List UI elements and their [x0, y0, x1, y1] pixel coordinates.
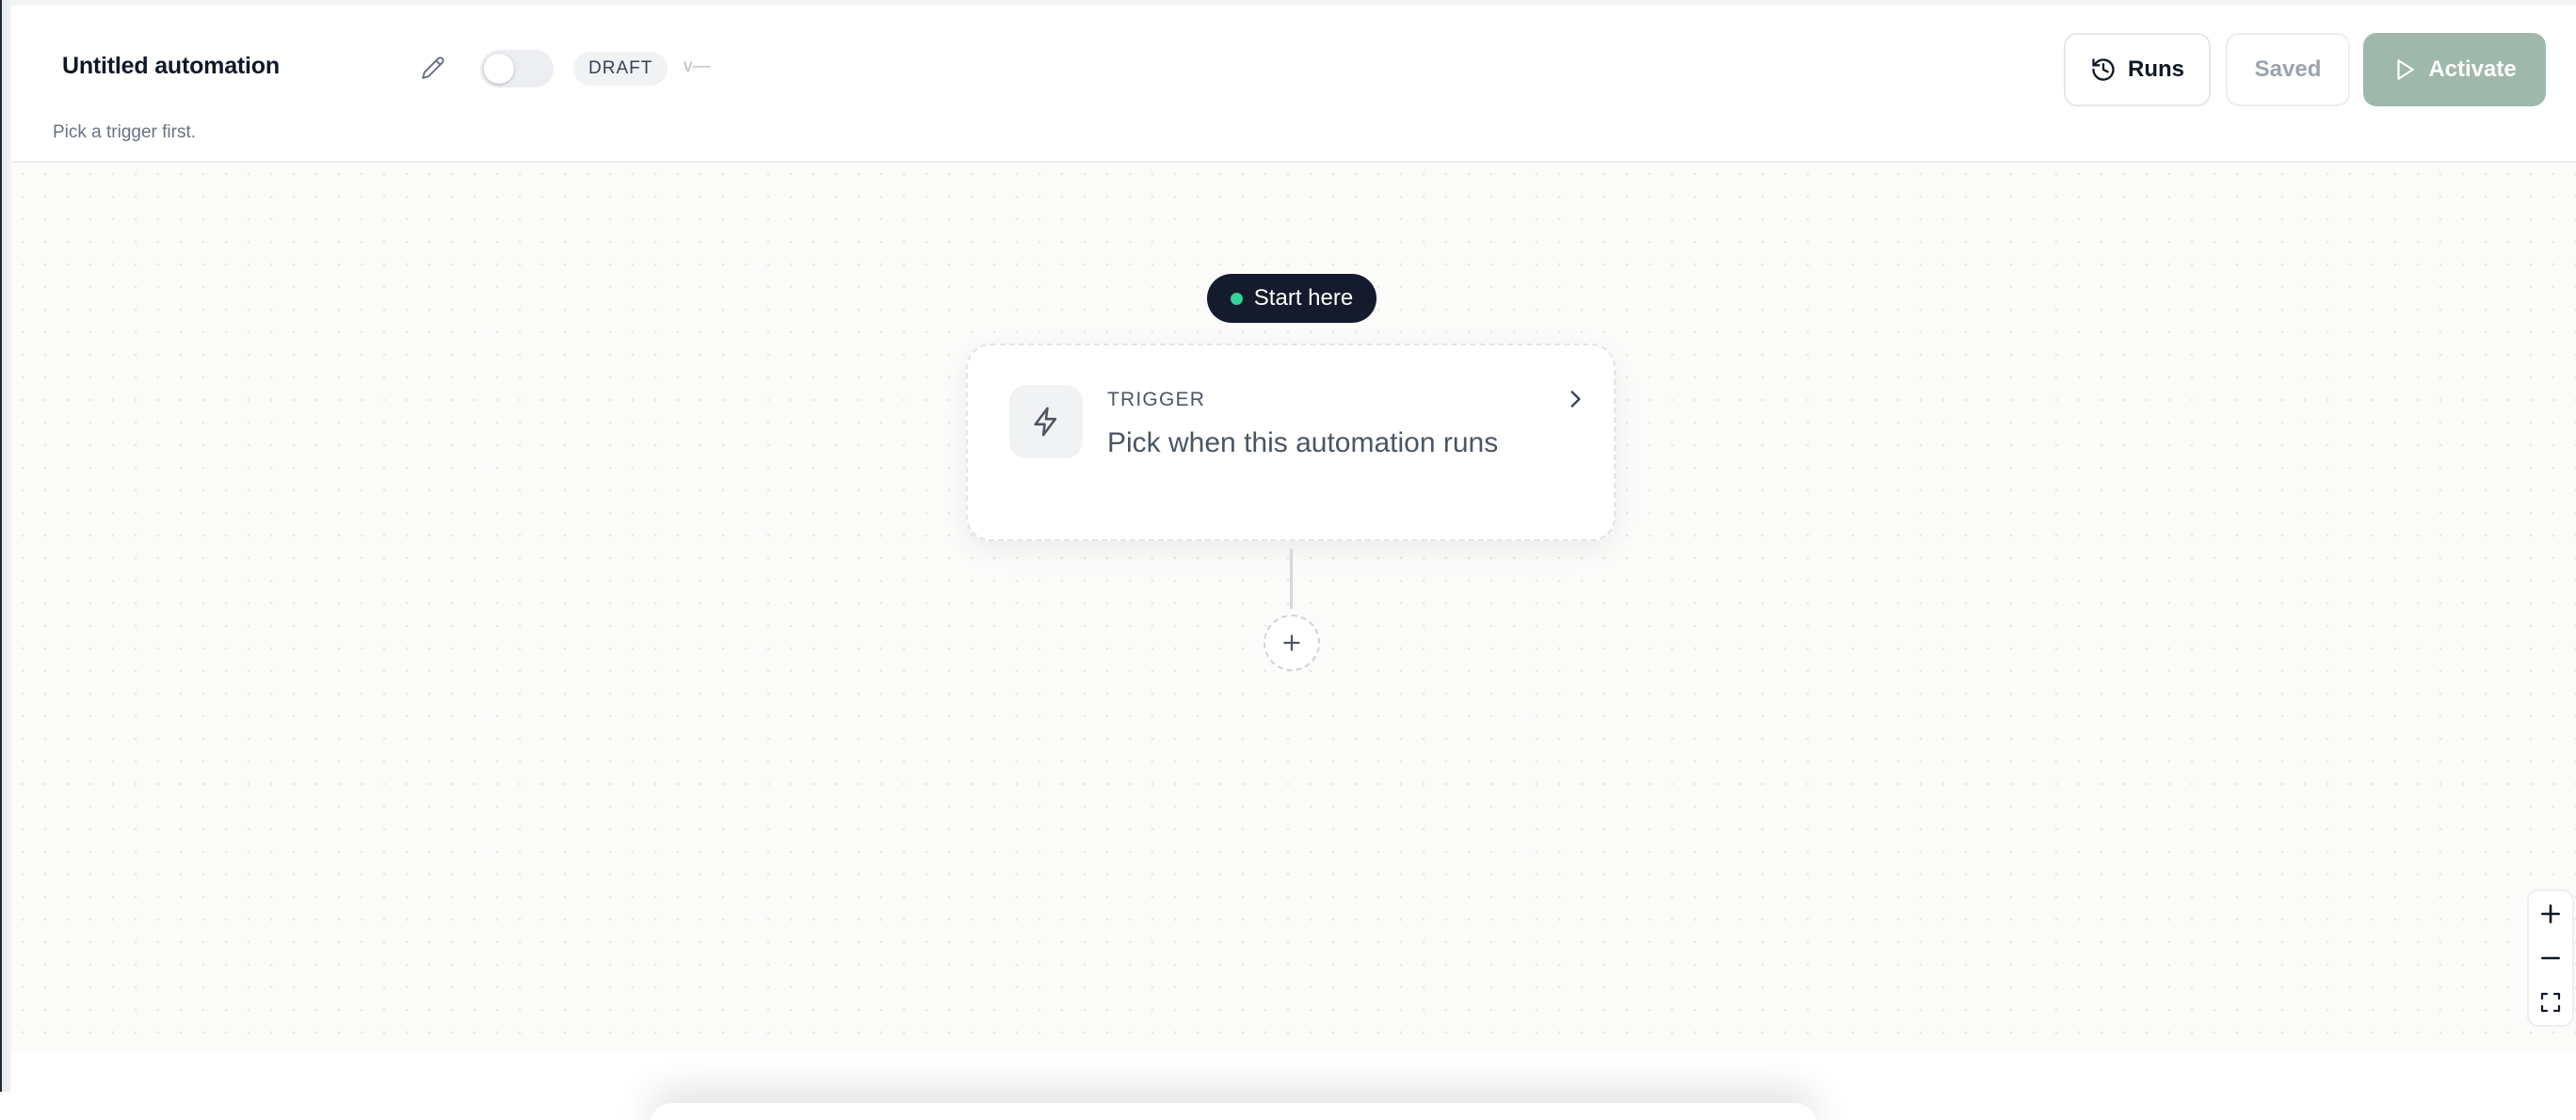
- trigger-description: Pick when this automation runs: [1107, 427, 1499, 458]
- minus-icon: [2541, 956, 2560, 960]
- plus-icon: [1283, 634, 1300, 651]
- start-here-pill: Start here: [1207, 274, 1377, 323]
- history-icon: [2092, 58, 2115, 81]
- status-badge: DRAFT: [573, 52, 668, 86]
- app-root: Untitled automation DRAFT v— Pick a trig…: [0, 0, 2576, 1120]
- fit-view-button[interactable]: [2532, 984, 2569, 1021]
- fullscreen-icon: [2540, 993, 2561, 1013]
- zoom-in-button[interactable]: [2532, 895, 2569, 933]
- play-icon: [2397, 59, 2415, 80]
- trigger-icon-box: [1009, 385, 1083, 458]
- saved-button[interactable]: Saved: [2226, 33, 2350, 106]
- activate-label: Activate: [2428, 56, 2517, 82]
- edit-title-button[interactable]: [418, 53, 448, 83]
- zoom-controls: [2527, 889, 2574, 1027]
- flow-connector: [1290, 549, 1293, 609]
- automation-header: Untitled automation DRAFT v— Pick a trig…: [11, 0, 2576, 163]
- trigger-card[interactable]: TRIGGER Pick when this automation runs: [966, 344, 1616, 541]
- header-subtitle: Pick a trigger first.: [53, 122, 197, 142]
- activate-button[interactable]: Activate: [2363, 33, 2546, 106]
- active-toggle[interactable]: [480, 50, 554, 88]
- start-label: Start here: [1253, 285, 1354, 311]
- left-edge: [0, 0, 11, 1092]
- runs-button[interactable]: Runs: [2064, 33, 2211, 106]
- add-step-button[interactable]: [1264, 615, 1320, 671]
- runs-label: Runs: [2128, 56, 2184, 82]
- lightning-icon: [1034, 407, 1057, 437]
- chevron-right-icon: [1561, 385, 1589, 413]
- pencil-icon: [422, 56, 444, 79]
- bottom-panel: [650, 1103, 1817, 1120]
- plus-icon: [2541, 904, 2560, 923]
- flow-canvas[interactable]: Start here TRIGGER Pick when this automa…: [11, 163, 2576, 1052]
- toggle-knob: [484, 54, 514, 84]
- trigger-kicker: TRIGGER: [1107, 389, 1206, 410]
- status-dot-icon: [1230, 292, 1243, 305]
- zoom-out-button[interactable]: [2532, 939, 2569, 977]
- version-label: v—: [684, 56, 711, 76]
- automation-title[interactable]: Untitled automation: [62, 53, 280, 80]
- saved-label: Saved: [2254, 56, 2322, 82]
